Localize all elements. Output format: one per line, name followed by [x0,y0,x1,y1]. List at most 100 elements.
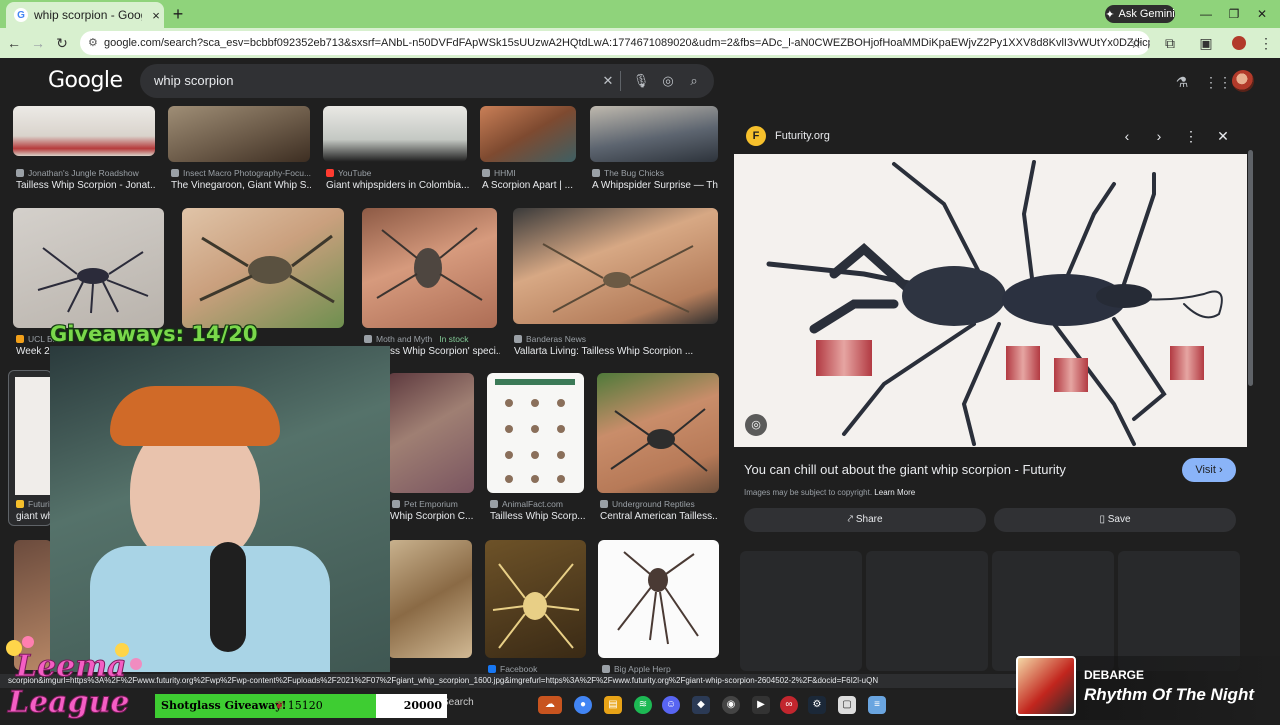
neon-sign [80,366,180,388]
maximize-icon[interactable]: ❐ [1222,4,1246,24]
sidebar-icon[interactable]: ▣ [1196,33,1216,53]
minimize-icon[interactable]: — [1194,4,1218,24]
visit-button[interactable]: Visit › [1182,458,1236,482]
app-icon[interactable]: ▢ [838,696,856,714]
result-image[interactable] [590,106,718,162]
result-caption[interactable]: Tailless Whip Scorp... [490,511,586,522]
result-image[interactable] [388,540,472,658]
result-caption[interactable]: Whip Scorpion C... [390,511,476,522]
visit-label: Visit [1195,464,1216,476]
tab-whip-scorpion[interactable]: G whip scorpion - Google Search × [6,2,164,28]
result-caption[interactable]: giant wh... [16,511,50,522]
source-name: Jonathan's Jungle Roadshow [28,168,139,178]
selected-thumb [15,377,51,495]
result-image[interactable] [362,208,497,328]
search-input[interactable]: whip scorpion [140,64,714,98]
account-avatar[interactable] [1232,70,1254,92]
previous-arrow-icon[interactable]: ‹ [1118,127,1136,145]
result-image[interactable] [388,373,474,493]
source-favicon-icon [514,335,522,343]
whip-scorpion-thumb [610,408,708,472]
result-image[interactable] [182,208,344,328]
result-image[interactable] [513,208,718,324]
result-image[interactable] [13,106,155,156]
result-image[interactable] [13,208,164,328]
source-name: Insect Macro Photography-Focu... [183,168,312,178]
result-source: Big Apple Herp [602,664,671,674]
result-caption[interactable]: Giant whipspiders in Colombia... [326,180,470,191]
source-name: HHMI [494,168,516,178]
scrollbar[interactable] [1248,150,1253,386]
leema-league-logo: Leema League [0,634,150,721]
result-caption[interactable]: ss Whip Scorpion' speci... [390,346,500,357]
result-caption[interactable]: A Whipspider Surprise — Th... [592,180,718,191]
weather-icon[interactable]: ☁ [538,696,562,714]
related-image-placeholder[interactable] [1118,551,1240,671]
result-image[interactable] [487,373,584,493]
result-caption[interactable]: Week 25 [16,346,50,357]
new-tab-button[interactable]: + [168,4,188,24]
leema-league-logo-art: Leema League [6,636,142,721]
source-name: Big Apple Herp [614,664,671,674]
result-caption[interactable]: A Scorpion Apart | ... [482,180,578,191]
result-caption[interactable]: Central American Tailless... [600,511,718,522]
source-name: YouTube [338,168,372,178]
google-logo[interactable]: Google [48,68,123,93]
more-menu-icon[interactable]: ⋮ [1256,33,1276,53]
apps-grid-icon[interactable]: ⋮⋮ [1204,72,1232,92]
more-options-icon[interactable]: ⋮ [1182,127,1200,145]
preview-image[interactable] [734,154,1247,447]
result-image[interactable] [597,373,719,493]
result-caption[interactable]: Tailless Whip Scorpion - Jonat... [16,180,156,191]
back-arrow-icon[interactable]: ← [4,33,24,53]
next-arrow-icon[interactable]: › [1150,127,1168,145]
clear-search-icon[interactable]: ✕ [599,72,617,90]
result-image[interactable] [598,540,719,658]
forward-arrow-icon[interactable]: → [28,33,48,53]
result-source: Moth and Myth In stock [364,334,469,344]
lens-icon[interactable]: ◎ [745,414,767,436]
site-info-icon[interactable]: ⚙ [88,31,98,55]
learn-more-link[interactable]: Learn More [874,488,915,497]
share-button[interactable]: ⤤ Share [744,508,986,532]
result-image[interactable] [485,540,586,658]
steam-icon[interactable]: ⚙ [808,696,826,714]
bookmark-star-icon[interactable]: ☆ [1126,33,1146,53]
voice-search-icon[interactable]: 🎙 [632,72,650,90]
close-preview-icon[interactable]: ✕ [1214,127,1232,145]
chrome-icon[interactable]: ● [574,696,592,714]
save-button[interactable]: ▯ Save [994,508,1236,532]
related-image-placeholder[interactable] [740,551,862,671]
close-tab-icon[interactable]: × [148,8,164,23]
spotify-icon[interactable]: ≋ [634,696,652,714]
address-bar[interactable]: ⚙ google.com/search?sca_esv=bcbbf092352eb… [80,31,1150,55]
search-icon[interactable]: ⌕ [685,72,703,90]
result-caption[interactable]: The Vinegaroon, Giant Whip S... [171,180,311,191]
file-explorer-icon[interactable]: ▤ [604,696,622,714]
app-icon[interactable]: ▶ [752,696,770,714]
extensions-icon[interactable]: ⧉ [1160,33,1180,53]
ask-gemini-button[interactable]: ✦ Ask Gemini [1105,5,1175,23]
result-image[interactable] [323,106,467,162]
preview-title[interactable]: You can chill out about the giant whip s… [744,462,1066,477]
obs-icon[interactable]: ◉ [722,696,740,714]
notepad-icon[interactable]: ≡ [868,696,886,714]
result-image[interactable] [480,106,576,162]
result-caption[interactable]: Vallarta Living: Tailless Whip Scorpion … [514,346,714,357]
app-icon[interactable]: ∞ [780,696,798,714]
share-label: Share [855,514,883,525]
result-image[interactable] [168,106,310,162]
close-window-icon[interactable]: ✕ [1250,4,1274,24]
streamer-app-icon[interactable]: ◆ [692,696,710,714]
copyright-text: Images may be subject to copyright. [744,488,873,497]
lens-search-icon[interactable]: ◎ [659,72,677,90]
discord-icon[interactable]: ☺ [662,696,680,714]
profile-avatar[interactable] [1232,36,1246,50]
preview-site-name[interactable]: Futurity.org [775,130,830,142]
reload-icon[interactable]: ↻ [52,33,72,53]
related-image-placeholder[interactable] [992,551,1114,671]
related-image-placeholder[interactable] [866,551,988,671]
labs-flask-icon[interactable]: ⚗ [1172,72,1192,92]
result-source: YouTube [326,168,371,178]
whip-scorpion-thumb [542,243,694,313]
